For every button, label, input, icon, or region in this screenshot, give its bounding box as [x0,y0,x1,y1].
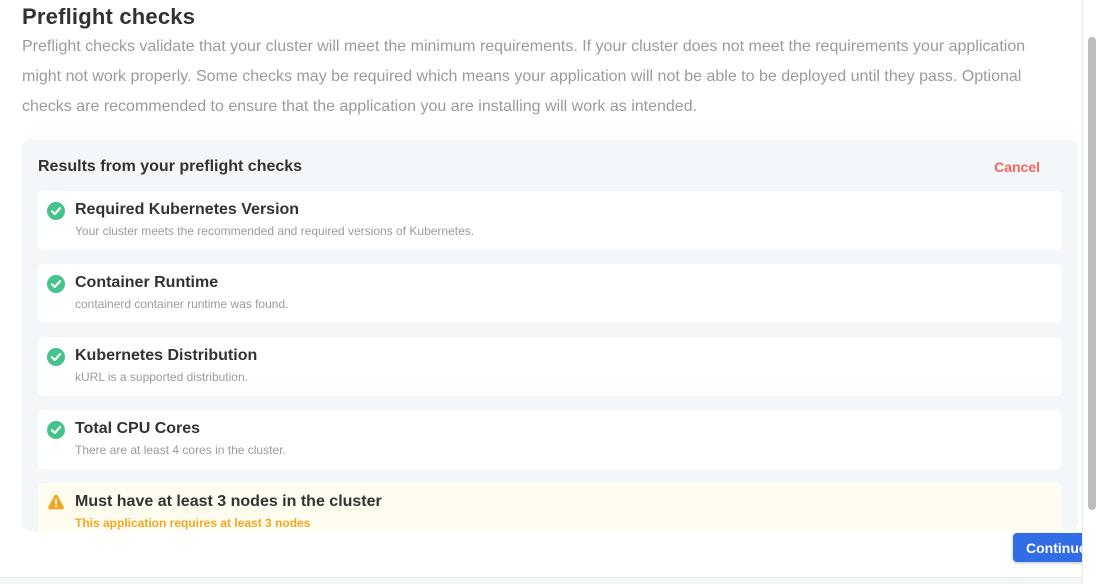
check-circle-icon [47,275,65,293]
check-title: Container Runtime [75,273,288,293]
cancel-link[interactable]: Cancel [994,159,1040,175]
scrollbar-thumb[interactable] [1088,37,1096,510]
check-title: Must have at least 3 nodes in the cluste… [75,492,382,512]
preflight-results-panel: Results from your preflight checks Cance… [22,140,1078,531]
check-row: Required Kubernetes Version Your cluster… [38,191,1062,250]
check-circle-icon [47,421,65,439]
warning-triangle-icon [47,494,65,511]
check-row: Total CPU Cores There are at least 4 cor… [38,410,1062,469]
check-message: containerd container runtime was found. [75,297,288,311]
panel-header: Results from your preflight checks Cance… [38,156,1062,176]
check-circle-icon [47,348,65,366]
check-row: Kubernetes Distribution kURL is a suppor… [38,337,1062,396]
check-message: Your cluster meets the recommended and r… [75,224,474,238]
check-list: Required Kubernetes Version Your cluster… [38,191,1062,531]
bottom-divider [0,577,1082,584]
check-title: Required Kubernetes Version [75,200,474,220]
check-title: Total CPU Cores [75,419,286,439]
check-row: Container Runtime containerd container r… [38,264,1062,323]
check-message: kURL is a supported distribution. [75,370,257,384]
page-description: Preflight checks validate that your clus… [22,32,1064,122]
scrollbar[interactable] [1082,0,1100,584]
page-title: Preflight checks [22,4,195,30]
check-message: There are at least 4 cores in the cluste… [75,443,286,457]
check-circle-icon [47,202,65,220]
check-message: This application requires at least 3 nod… [75,516,382,530]
panel-header-title: Results from your preflight checks [38,158,302,176]
check-row: Must have at least 3 nodes in the cluste… [38,483,1062,531]
check-title: Kubernetes Distribution [75,346,257,366]
